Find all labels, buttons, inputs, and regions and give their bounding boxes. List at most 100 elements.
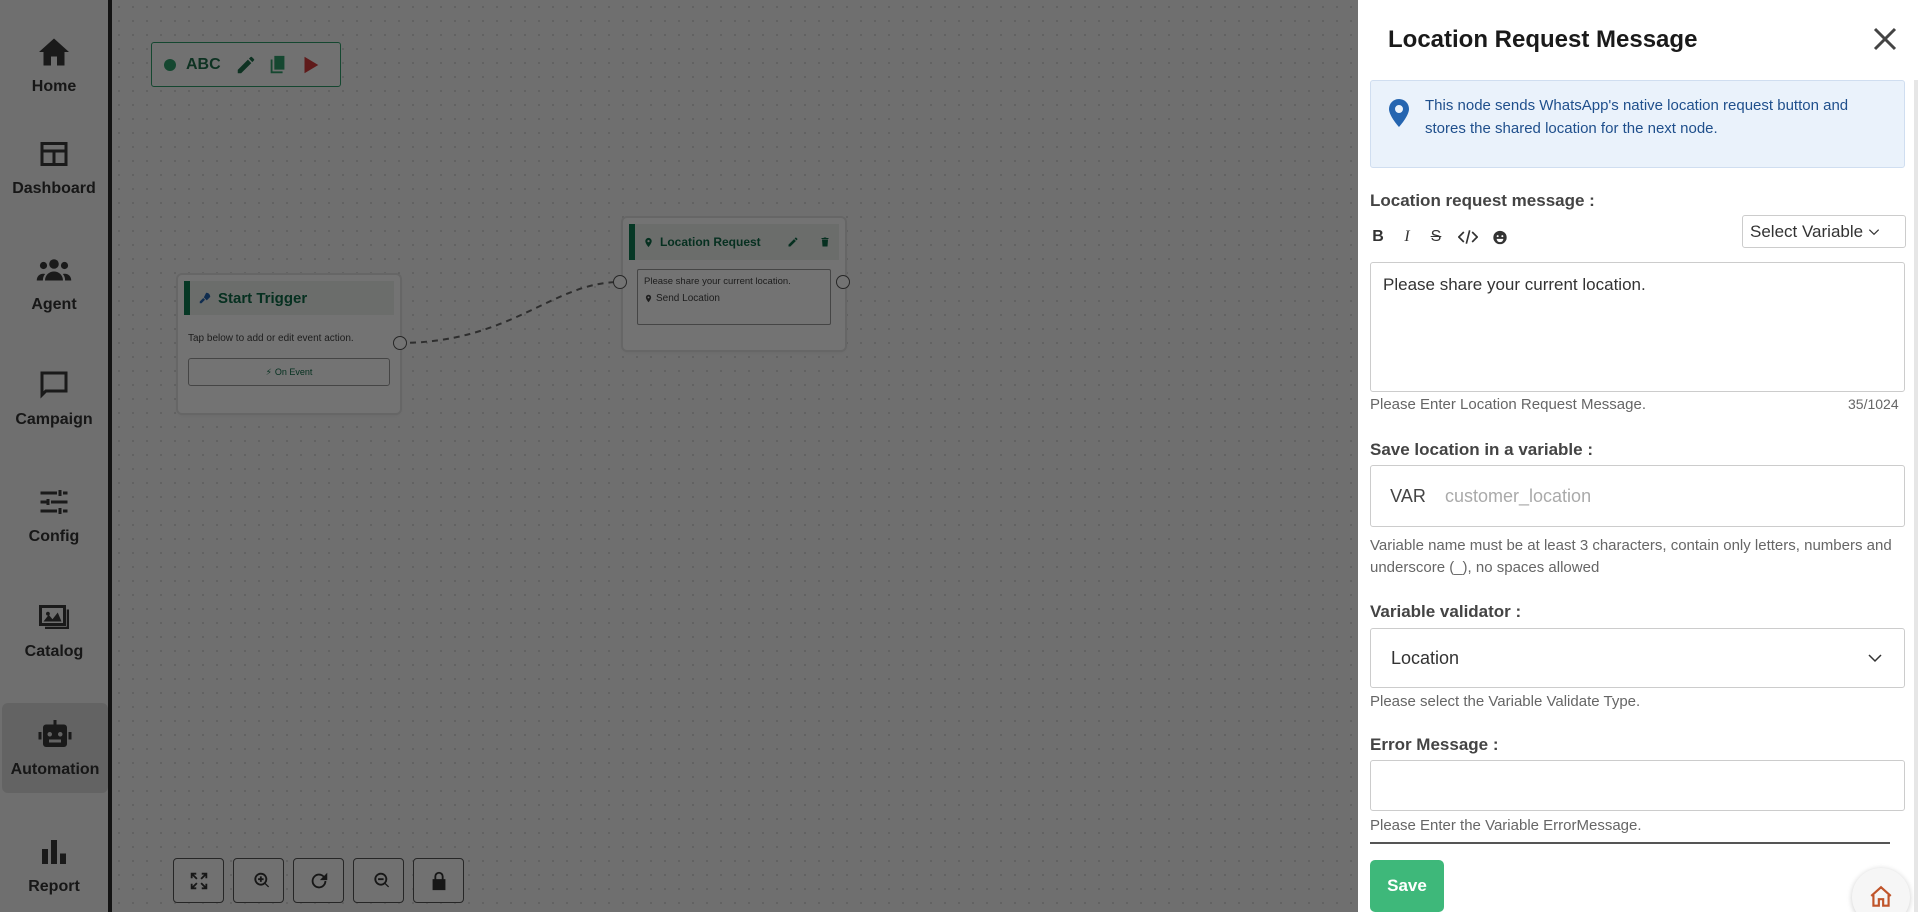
sidebar-item-config[interactable]: Config (0, 470, 108, 560)
send-location-label: Send Location (656, 293, 720, 304)
select-variable-label: Select Variable (1750, 221, 1864, 241)
map-pin-icon (1389, 99, 1409, 127)
trash-icon[interactable] (819, 236, 831, 248)
location-message-textarea[interactable]: Please share your current location. (1370, 262, 1905, 392)
zoom-in-icon (253, 872, 269, 887)
var-prefix: VAR (1390, 485, 1426, 506)
sidebar-item-label: Agent (31, 296, 77, 313)
node-message: Please share your current location. (644, 276, 791, 287)
edit-icon[interactable] (787, 236, 799, 248)
node-header: Start Trigger (184, 281, 394, 315)
error-help: Please Enter the Variable ErrorMessage. (1370, 817, 1642, 834)
sidebar-item-report[interactable]: Report (0, 820, 108, 910)
node-body: Please share your current location. Send… (637, 269, 831, 325)
fit-view-icon (190, 872, 207, 889)
reset-button[interactable] (293, 858, 344, 903)
sidebar-item-label: Report (28, 878, 80, 895)
node-description: Tap below to add or edit event action. (188, 333, 354, 344)
drawer-content: This node sends WhatsApp's native locati… (1358, 80, 1910, 912)
sidebar-item-label: Home (31, 78, 77, 95)
bolt-icon: ⚡ (265, 366, 272, 377)
on-event-button[interactable]: ⚡ On Event (188, 358, 390, 386)
sidebar-item-campaign[interactable]: Campaign (0, 353, 108, 443)
agent-icon (36, 259, 72, 281)
sidebar-item-label: Config (28, 528, 80, 545)
node-settings-drawer: Location Request Message This node sends… (1358, 0, 1918, 912)
bold-button[interactable]: B (1370, 228, 1386, 246)
sidebar-item-label: Campaign (15, 411, 93, 428)
zoom-in-button[interactable] (233, 858, 284, 903)
sidebar: Home Dashboard Agent Campaign Config Cat… (0, 0, 112, 912)
code-button[interactable] (1457, 228, 1479, 246)
sidebar-item-label: Catalog (24, 643, 84, 660)
variable-input-group: VAR (1370, 465, 1905, 527)
sidebar-item-dashboard[interactable]: Dashboard (0, 122, 108, 212)
emoji-button[interactable] (1492, 228, 1508, 246)
zoom-out-icon (373, 872, 389, 887)
map-pin-icon (645, 294, 652, 303)
format-toolbar: B I S (1370, 228, 1508, 246)
chevron-down-icon (1868, 654, 1882, 663)
sidebar-item-automation[interactable]: Automation (2, 703, 108, 793)
config-icon (40, 490, 68, 514)
send-location-button[interactable]: Send Location (644, 293, 824, 304)
on-event-label: On Event (274, 367, 313, 377)
automation-icon (38, 720, 72, 747)
strikethrough-button[interactable]: S (1428, 228, 1444, 246)
report-icon (42, 840, 66, 864)
sidebar-item-agent[interactable]: Agent (0, 238, 108, 328)
lock-icon (432, 871, 445, 890)
save-button[interactable]: Save (1370, 860, 1444, 912)
message-help: Please Enter Location Request Message. (1370, 396, 1646, 413)
fit-view-button[interactable] (173, 858, 224, 903)
variable-help: Variable name must be at least 3 charact… (1370, 537, 1892, 576)
zoom-out-button[interactable] (353, 858, 404, 903)
sidebar-item-label: Automation (10, 761, 100, 778)
code-icon (1458, 230, 1478, 244)
italic-button[interactable]: I (1399, 228, 1415, 246)
sidebar-item-catalog[interactable]: Catalog (0, 585, 108, 675)
variable-name-input[interactable] (1445, 485, 1885, 507)
lock-button[interactable] (413, 858, 464, 903)
divider (1370, 842, 1890, 844)
canvas-controls (173, 858, 464, 903)
sidebar-item-home[interactable]: Home (0, 20, 108, 110)
campaign-icon (40, 371, 68, 399)
drawer-title: Location Request Message (1388, 26, 1698, 53)
flow-canvas[interactable]: ABC Start Trigger Tap below to add or ed… (112, 0, 1358, 912)
start-trigger-node[interactable]: Start Trigger Tap below to add or edit e… (178, 275, 407, 413)
close-button[interactable] (1870, 24, 1900, 54)
chevron-down-icon (1869, 228, 1880, 235)
home-icon (1870, 885, 1892, 907)
map-pin-icon (645, 237, 652, 247)
variable-validator-select[interactable]: Location (1370, 628, 1905, 688)
input-handle[interactable] (613, 275, 627, 289)
validator-label: Variable validator : (1370, 602, 1522, 621)
select-variable-dropdown[interactable]: Select Variable (1742, 215, 1906, 248)
info-text: This node sends WhatsApp's native locati… (1425, 97, 1849, 137)
dashboard-icon (40, 142, 68, 166)
flow-edge (398, 281, 621, 344)
node-title: Start Trigger (218, 289, 308, 307)
rocket-icon (199, 292, 211, 304)
message-label: Location request message : (1370, 191, 1595, 210)
drawer-scrollbar[interactable] (1914, 80, 1918, 912)
close-icon (1873, 27, 1897, 51)
node-header: Location Request (629, 224, 839, 260)
output-handle[interactable] (836, 275, 850, 289)
character-counter: 35/1024 (1848, 396, 1899, 412)
info-banner: This node sends WhatsApp's native locati… (1370, 80, 1905, 168)
catalog-icon (39, 605, 69, 629)
output-handle[interactable] (393, 336, 407, 350)
home-icon (39, 38, 69, 66)
refresh-icon (311, 872, 327, 888)
error-message-input[interactable] (1370, 760, 1905, 811)
validator-value: Location (1391, 647, 1460, 668)
home-floating-button[interactable] (1852, 868, 1910, 912)
save-variable-label: Save location in a variable : (1370, 440, 1593, 459)
validator-help: Please select the Variable Validate Type… (1370, 693, 1641, 710)
sidebar-item-label: Dashboard (12, 180, 96, 197)
node-title: Location Request (660, 235, 761, 249)
location-request-node[interactable]: Location Request Please share your curre… (613, 218, 850, 350)
emoji-icon (1493, 230, 1507, 244)
